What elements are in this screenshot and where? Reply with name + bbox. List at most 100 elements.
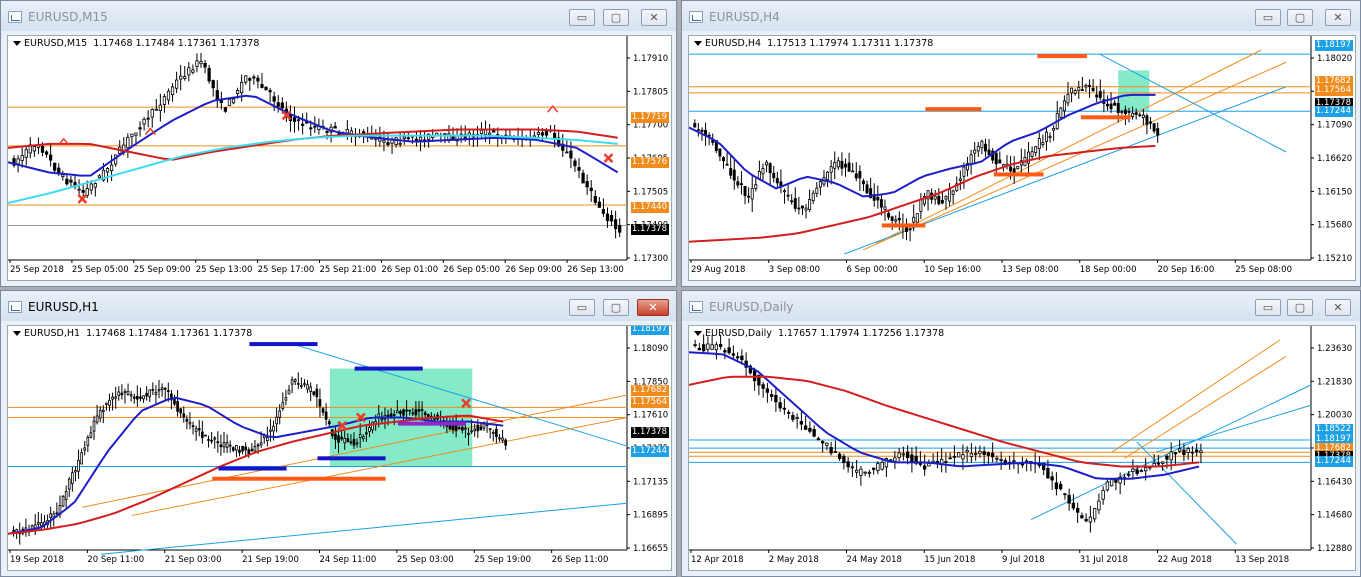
chart-window-daily[interactable]: EURUSD,Daily ▭ ▢ ✕ 1.23630 1.21830 1.20030… <box>681 290 1361 577</box>
chart-window-h4[interactable]: EURUSD,H4 ▭ ▢ ✕ 1.180201.175641.170901.1… <box>681 0 1361 287</box>
candle-body <box>213 437 217 440</box>
candle-body <box>244 75 248 83</box>
maximize-button[interactable]: ▢ <box>603 299 629 316</box>
chart-menu-icon[interactable] <box>13 41 21 46</box>
candle-body <box>473 428 477 432</box>
candle-body <box>735 356 740 359</box>
price-tick-label: 1.17300 <box>633 254 668 264</box>
candle-body <box>948 457 952 460</box>
candle-body <box>154 391 158 395</box>
candle-body <box>765 161 769 166</box>
time-tick-label: 26 Sep 05:00 <box>443 265 500 275</box>
candle-body <box>248 78 252 81</box>
minimize-button[interactable]: ▭ <box>569 9 595 26</box>
price-chart[interactable]: 1.18020 1.17564 1.17090 1.16620 1.16150 1.156… <box>688 35 1356 281</box>
time-tick-label: 12 Apr 2018 <box>691 555 744 565</box>
price-chart[interactable]: 1.236301.218301.200301.182301.164301.146… <box>688 325 1356 571</box>
candle-body <box>573 160 577 167</box>
close-button[interactable]: ✕ <box>1325 9 1351 26</box>
candle-body <box>1126 473 1131 476</box>
chart-window-m15[interactable]: EURUSD,M15 ▭ ▢ ✕ 1.17910 1.17805 1.17700 1.… <box>0 0 677 287</box>
candle-body <box>1173 452 1178 455</box>
candle-body <box>731 353 736 356</box>
price-tag: 1.17244 <box>1315 106 1353 117</box>
candle-body <box>315 388 319 398</box>
candle-body <box>697 347 702 351</box>
candle-body <box>457 427 461 429</box>
candle-body <box>235 445 238 451</box>
chart-menu-icon[interactable] <box>694 331 702 336</box>
candle-body <box>445 425 449 427</box>
title-bar[interactable]: EURUSD,Daily ▭ ▢ ✕ <box>682 291 1360 321</box>
close-button[interactable]: ✕ <box>637 299 669 316</box>
candle-body <box>747 195 751 198</box>
moving-average-red <box>689 375 1200 468</box>
candle-body <box>1097 500 1101 511</box>
candle-body <box>244 446 248 451</box>
candle-body <box>761 384 765 389</box>
candle-body <box>854 173 858 179</box>
candle-body <box>501 437 504 441</box>
candle-body <box>1138 114 1142 117</box>
chart-menu-icon[interactable] <box>694 41 702 46</box>
candle-body <box>783 190 786 193</box>
price-tick-label: 1.17910 <box>633 54 668 64</box>
title-bar[interactable]: EURUSD,H4 ▭ ▢ ✕ <box>682 1 1360 31</box>
candle-body <box>284 397 288 401</box>
minimize-button[interactable]: ▭ <box>569 299 595 316</box>
time-tick-label: 3 Sep 08:00 <box>769 265 820 275</box>
minimize-button[interactable]: ▭ <box>1255 299 1281 316</box>
candle-body <box>609 215 614 222</box>
candle-body <box>1120 111 1124 113</box>
candle-body <box>693 123 697 128</box>
candle-body <box>1034 146 1038 153</box>
price-tick-label: 1.16655 <box>633 544 668 554</box>
chart-menu-icon[interactable] <box>13 331 21 336</box>
candle-body <box>160 387 164 390</box>
price-chart[interactable]: 1.179101.178051.177001.176051.175051.174… <box>7 35 672 281</box>
candle-body <box>1169 451 1173 461</box>
candle-body <box>1156 462 1161 465</box>
close-button[interactable]: ✕ <box>1325 299 1351 316</box>
candle-body <box>933 195 937 200</box>
candle-body <box>334 433 337 440</box>
candle-body <box>256 444 260 447</box>
title-bar[interactable]: EURUSD,M15 ▭ ▢ ✕ <box>1 1 676 31</box>
price-tick-label: 1.17135 <box>633 477 668 487</box>
candle-body <box>1052 128 1056 131</box>
candle-body <box>962 166 966 177</box>
candle-body <box>129 394 133 397</box>
candle-body <box>36 522 40 525</box>
candle-body <box>1088 516 1093 523</box>
time-tick-label: 21 Sep 03:00 <box>165 555 222 565</box>
candle-body <box>324 411 328 420</box>
close-button[interactable]: ✕ <box>641 9 667 26</box>
price-tag: 1.18197 <box>1315 40 1353 51</box>
candle-body <box>722 157 725 162</box>
candle-body <box>990 452 995 458</box>
candle-body <box>978 450 982 454</box>
chart-window-h1[interactable]: EURUSD,H1 ▭ ▢ ✕ 1.18090 1.17850 1.17610 1.1… <box>0 290 677 577</box>
candle-body <box>618 224 622 233</box>
trendline <box>1124 355 1287 459</box>
candle-body <box>487 132 492 136</box>
price-chart[interactable]: 1.180901.178501.176101.173751.171351.168… <box>7 325 672 571</box>
candle-body <box>790 200 794 203</box>
candle-body <box>1141 114 1145 118</box>
candle-body <box>761 168 765 175</box>
candle-body <box>854 469 859 473</box>
candle-body <box>1116 102 1120 113</box>
candle-body <box>842 456 846 464</box>
candle-body <box>281 402 285 410</box>
candle-body <box>460 426 464 431</box>
candle-body <box>1105 103 1109 107</box>
candle-body <box>986 452 991 456</box>
maximize-button[interactable]: ▢ <box>1287 299 1313 316</box>
candle-body <box>829 166 833 173</box>
maximize-button[interactable]: ▢ <box>1287 9 1313 26</box>
candle-body <box>820 441 825 444</box>
candle-body <box>467 432 470 435</box>
title-bar[interactable]: EURUSD,H1 ▭ ▢ ✕ <box>1 291 676 321</box>
maximize-button[interactable]: ▢ <box>603 9 629 26</box>
minimize-button[interactable]: ▭ <box>1255 9 1281 26</box>
